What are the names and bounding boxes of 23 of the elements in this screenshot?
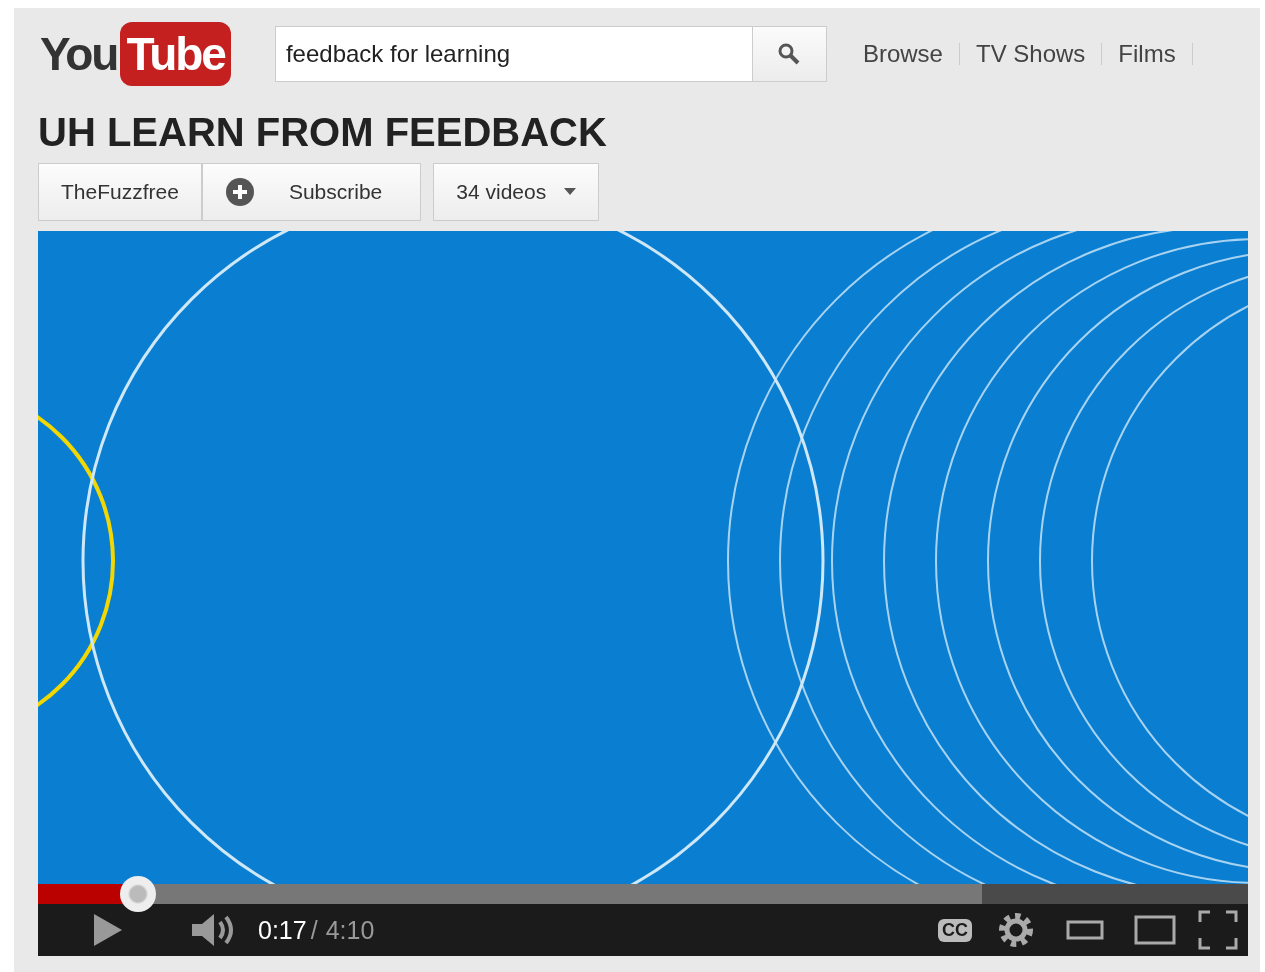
search-button[interactable]	[752, 26, 827, 82]
caret-icon	[564, 188, 577, 196]
large-player-icon[interactable]	[1134, 915, 1176, 945]
nav-link[interactable]: Browse	[846, 40, 959, 68]
duration: 4:10	[325, 915, 375, 945]
video-title: UH LEARN FROM FEEDBACK	[38, 110, 608, 155]
search-icon	[777, 42, 802, 66]
fullscreen-icon[interactable]	[1198, 910, 1238, 950]
subscribe-button[interactable]: Subscribe	[201, 163, 422, 221]
progress-handle[interactable]	[120, 876, 157, 912]
channel-button[interactable]: TheFuzzfree	[38, 163, 202, 221]
nav-link[interactable]: Films	[1102, 40, 1192, 68]
videos-dropdown[interactable]: 34 videos	[433, 163, 600, 221]
small-player-icon[interactable]	[1066, 918, 1104, 942]
settings-icon[interactable]	[996, 910, 1036, 950]
play-icon[interactable]	[92, 912, 124, 948]
progress-bar[interactable]	[38, 884, 1248, 904]
nav-link[interactable]: TV Shows	[959, 40, 1102, 68]
time-separator: /	[310, 915, 318, 945]
plus-icon	[224, 177, 255, 207]
search-field[interactable]: feedback for learning	[274, 26, 753, 82]
current-time: 0:17	[258, 915, 307, 945]
captions-button[interactable]: CC	[938, 918, 972, 942]
